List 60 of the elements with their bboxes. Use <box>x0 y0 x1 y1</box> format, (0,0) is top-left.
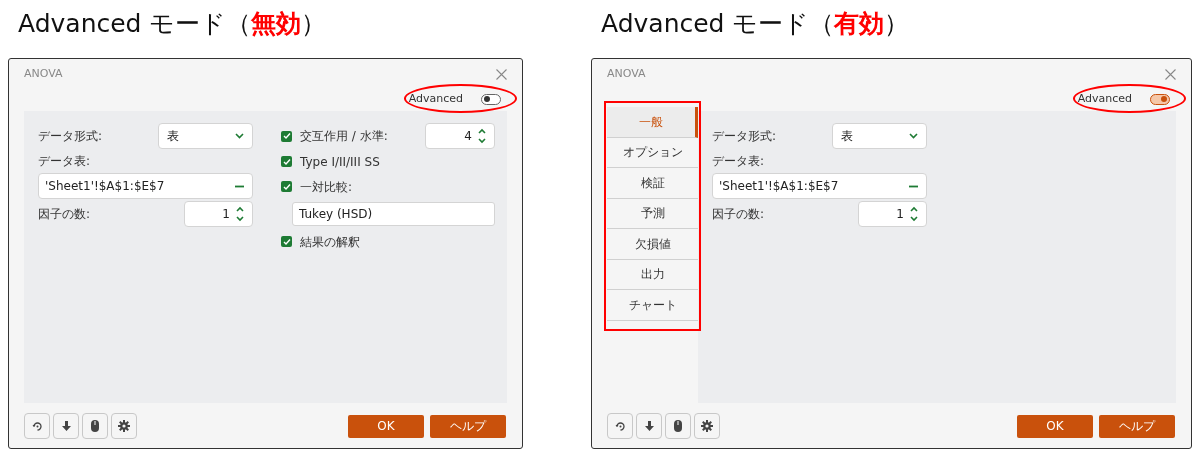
checkbox[interactable] <box>281 156 292 167</box>
field-label: データ形式: <box>712 128 777 145</box>
dropdown[interactable]: 表 <box>832 123 927 149</box>
window-title: ANOVA <box>24 65 63 82</box>
download-icon <box>61 420 71 432</box>
field-label: 因子の数: <box>712 206 765 223</box>
number-spinner[interactable]: 1 <box>184 201 253 227</box>
section-heading: Advanced モード（無効） <box>17 8 328 41</box>
help-button[interactable]: ヘルプ <box>1099 414 1175 438</box>
close-icon[interactable] <box>1165 68 1176 80</box>
chevron-down-icon <box>909 133 918 139</box>
advanced-label: Advanced <box>1077 90 1132 107</box>
section-heading: Advanced モード（有効） <box>600 8 911 41</box>
settings-icon <box>118 420 130 432</box>
history-icon <box>614 420 626 432</box>
history-button[interactable] <box>607 413 633 439</box>
field-label: 因子の数: <box>38 206 91 223</box>
minus-icon <box>235 184 244 188</box>
option-label: 交互作用 / 水準: <box>300 128 389 145</box>
sidebar-tab[interactable]: 一般 <box>607 107 698 138</box>
field-label: データ表: <box>38 153 92 170</box>
settings-button[interactable] <box>111 413 137 439</box>
ok-button[interactable]: OK <box>1017 414 1093 438</box>
option-label: Type I/II/III SS <box>300 153 381 171</box>
download-button[interactable] <box>53 413 79 439</box>
option-label: 一対比較: <box>300 178 354 196</box>
toggle-switch[interactable] <box>1150 93 1170 105</box>
advanced-label: Advanced <box>408 90 463 107</box>
up-down-arrows-icon <box>910 206 918 222</box>
history-icon <box>31 420 43 432</box>
history-button[interactable] <box>24 413 50 439</box>
option-label: 結果の解釈 <box>300 233 361 251</box>
download-icon <box>644 420 654 432</box>
ok-button[interactable]: OK <box>348 414 424 438</box>
minus-icon <box>909 184 918 188</box>
field-label: データ表: <box>712 153 766 170</box>
checkbox[interactable] <box>281 181 292 192</box>
close-icon[interactable] <box>496 68 507 80</box>
range-field[interactable]: 'Sheet1'!$A$1:$E$7 <box>712 173 927 199</box>
mouse-button[interactable] <box>82 413 108 439</box>
dropdown[interactable]: 表 <box>158 123 253 149</box>
mouse-icon <box>674 420 682 432</box>
toggle-switch[interactable] <box>481 93 501 105</box>
mouse-icon <box>91 420 99 432</box>
up-down-arrows-icon <box>236 206 244 222</box>
checkbox[interactable] <box>281 236 292 247</box>
number-spinner[interactable]: 1 <box>858 201 927 227</box>
mouse-button[interactable] <box>665 413 691 439</box>
download-button[interactable] <box>636 413 662 439</box>
settings-button[interactable] <box>694 413 720 439</box>
help-button[interactable]: ヘルプ <box>430 414 506 438</box>
window-title: ANOVA <box>607 65 646 82</box>
text-field[interactable]: Tukey (HSD) <box>292 202 495 226</box>
up-down-arrows-icon <box>478 128 486 144</box>
number-spinner[interactable]: 4 <box>425 123 495 149</box>
field-label: データ形式: <box>38 128 103 145</box>
checkbox[interactable] <box>281 130 292 142</box>
chevron-down-icon <box>235 133 244 139</box>
settings-icon <box>701 420 713 432</box>
range-field[interactable]: 'Sheet1'!$A$1:$E$7 <box>38 173 253 199</box>
